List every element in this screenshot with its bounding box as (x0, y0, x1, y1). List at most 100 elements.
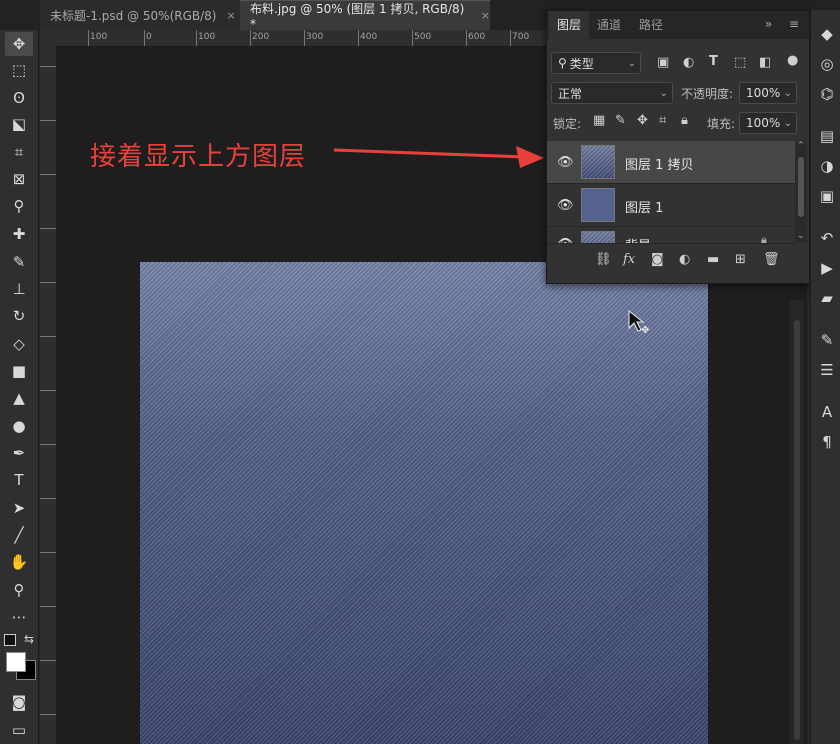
lock-transparent-icon[interactable]: ▦ (593, 113, 605, 128)
tab-layers[interactable]: 图层 (549, 11, 590, 39)
foreground-color-swatch[interactable] (6, 652, 26, 672)
new-layer-icon[interactable]: ⊞ (735, 252, 746, 267)
document-tab-untitled[interactable]: 未标题-1.psd @ 50%(RGB/8) × (40, 0, 240, 30)
lock-artboard-icon[interactable]: ⌗ (659, 113, 666, 128)
ruler-tick (40, 552, 56, 553)
layer-filter-select[interactable]: ⚲ 类型 ⌄ (551, 52, 641, 74)
opacity-input[interactable]: 100% ⌄ (739, 82, 797, 104)
filter-pixel-icon[interactable]: ▣ (657, 55, 669, 70)
mask-icon[interactable]: ◙ (651, 252, 664, 267)
blend-mode-select[interactable]: 正常 ⌄ (551, 82, 673, 104)
ruler-tick (304, 30, 305, 46)
visibility-eye-icon[interactable]: 👁︎ (557, 198, 574, 213)
filter-shape-icon[interactable]: ⬚ (734, 55, 746, 70)
adjustments-panel-icon[interactable]: ◑ (817, 156, 837, 176)
path-select-tool-icon[interactable]: ➤ (5, 496, 33, 520)
ruler-tick (40, 498, 56, 499)
quick-select-tool-icon[interactable]: ⬕ (5, 112, 33, 136)
brush-settings-icon[interactable]: ✎ (817, 330, 837, 350)
chevron-up-icon[interactable]: ⌃ (797, 141, 805, 151)
filter-smartobject-icon[interactable]: ◧ (759, 55, 771, 70)
lock-image-icon[interactable]: ✎ (615, 113, 626, 128)
hand-tool-icon[interactable]: ✋ (5, 550, 33, 574)
ruler-label: 400 (360, 32, 378, 42)
canvas-vertical-scrollbar[interactable] (790, 300, 804, 744)
swap-colors-icon[interactable]: ⇆ (24, 632, 34, 646)
chevron-down-icon: ⌄ (783, 117, 792, 129)
tab-close-icon[interactable]: × (481, 9, 490, 22)
marquee-tool-icon[interactable]: ⬚ (5, 58, 33, 82)
default-colors-icon[interactable] (4, 634, 16, 646)
lasso-tool-icon[interactable]: ʘ (5, 86, 33, 110)
filter-toggle-icon[interactable]: ● (787, 53, 798, 68)
comments-panel-icon[interactable]: ▰ (817, 288, 837, 308)
panel-menu-icon[interactable]: ≡ (789, 17, 799, 31)
layer-name: 背景 (625, 235, 651, 243)
trash-icon[interactable]: 🗑︎ (763, 252, 780, 267)
layer-row[interactable]: 👁︎ 图层 1 (547, 184, 795, 227)
more-tools-icon[interactable]: ⋯ (5, 605, 33, 629)
annotation-text: 接着显示上方图层 (90, 142, 307, 172)
tool-presets-icon[interactable]: ☰ (817, 360, 837, 380)
actions-panel-icon[interactable]: ▶ (817, 258, 837, 278)
healing-tool-icon[interactable]: ✚ (5, 222, 33, 246)
filter-type-icon[interactable]: T (709, 54, 718, 69)
layers-panel-icon[interactable]: ◆ (817, 24, 837, 44)
stamp-tool-icon[interactable]: ⊥ (5, 277, 33, 301)
color-panel-icon[interactable]: ◎ (817, 54, 837, 74)
dodge-tool-icon[interactable]: ● (5, 414, 33, 438)
library-panel-icon[interactable]: ▤ (817, 126, 837, 146)
collapse-panel-icon[interactable]: » (765, 17, 772, 31)
lock-all-icon[interactable]: 🔒︎ (681, 113, 688, 128)
layer-name: 图层 1 (625, 201, 664, 216)
properties-panel-icon[interactable]: ▣ (817, 186, 837, 206)
ruler-tick (40, 228, 56, 229)
ruler-tick (250, 30, 251, 46)
quick-mask-icon[interactable]: ◙ (5, 690, 33, 714)
visibility-eye-icon[interactable]: 👁︎ (557, 155, 574, 170)
gradient-tool-icon[interactable]: ■ (5, 359, 33, 383)
visibility-eye-icon[interactable]: 👁︎ (557, 237, 574, 243)
layer-thumbnail (581, 145, 615, 179)
paragraph-panel-icon[interactable]: ¶ (817, 432, 837, 452)
scrollbar-thumb[interactable] (794, 320, 800, 740)
zoom-tool-icon[interactable]: ⚲ (5, 578, 33, 602)
tab-close-icon[interactable]: × (226, 9, 235, 22)
adjustment-icon[interactable]: ◐ (679, 252, 690, 267)
history-panel-icon[interactable]: ↶ (817, 228, 837, 248)
folder-icon[interactable]: ▬ (707, 252, 719, 267)
pen-tool-icon[interactable]: ✒ (5, 441, 33, 465)
scrollbar-thumb[interactable] (798, 157, 804, 217)
eyedropper-tool-icon[interactable]: ⚲ (5, 194, 33, 218)
fx-icon[interactable]: fx (623, 252, 635, 267)
tab-channels[interactable]: 通道 (589, 11, 629, 39)
ruler-tick (40, 336, 56, 337)
fill-input[interactable]: 100% ⌄ (739, 112, 797, 134)
move-tool-icon[interactable]: ✥ (5, 32, 33, 56)
filter-adjustment-icon[interactable]: ◐ (683, 55, 694, 70)
screen-mode-icon[interactable]: ▭ (5, 718, 33, 742)
link-icon[interactable]: ⛓︎ (595, 252, 612, 267)
layer-row[interactable]: 👁︎ 背景 🔒︎ (547, 227, 795, 244)
blur-tool-icon[interactable]: ▲ (5, 386, 33, 410)
denim-image[interactable] (140, 262, 708, 744)
character-panel-icon[interactable]: A (817, 402, 837, 422)
layers-scrollbar[interactable]: ⌃ ⌄ (795, 141, 807, 243)
type-tool-icon[interactable]: T (5, 468, 33, 492)
chevron-down-icon[interactable]: ⌄ (797, 231, 805, 241)
ruler-tick (358, 30, 359, 46)
eraser-tool-icon[interactable]: ◇ (5, 332, 33, 356)
tab-paths[interactable]: 路径 (631, 11, 671, 39)
frame-tool-icon[interactable]: ⊠ (5, 167, 33, 191)
layer-name: 图层 1 拷贝 (625, 158, 694, 173)
brush-tool-icon[interactable]: ✎ (5, 250, 33, 274)
crop-tool-icon[interactable]: ⌗ (5, 140, 33, 164)
layer-row[interactable]: 👁︎ 图层 1 拷贝 (547, 141, 795, 184)
paths-panel-icon[interactable]: ⌬ (817, 84, 837, 104)
ruler-tick (40, 390, 56, 391)
line-tool-icon[interactable]: ╱ (5, 523, 33, 547)
document-tab-fabric[interactable]: 布料.jpg @ 50% (图层 1 拷贝, RGB/8) * × (240, 0, 490, 31)
lock-position-icon[interactable]: ✥ (637, 113, 648, 128)
history-brush-icon[interactable]: ↻ (5, 304, 33, 328)
svg-text:✥: ✥ (641, 325, 649, 336)
